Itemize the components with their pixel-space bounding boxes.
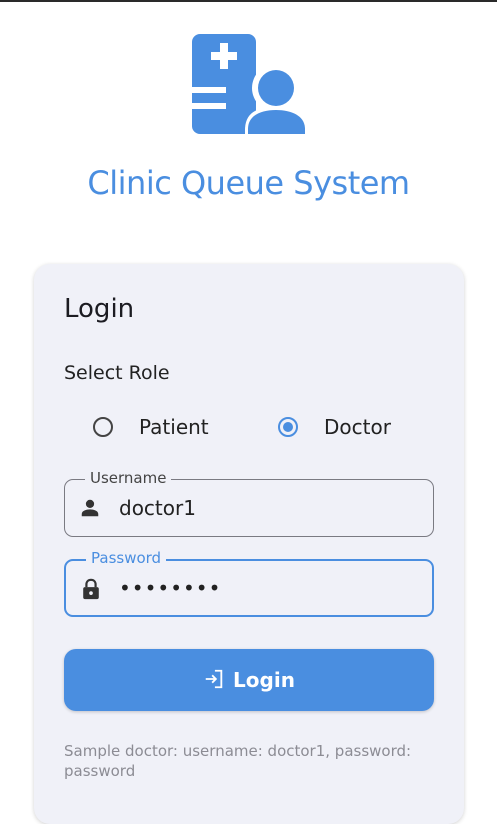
select-role-label: Select Role xyxy=(64,362,170,384)
username-label: Username xyxy=(85,469,172,487)
app-title: Clinic Queue System xyxy=(87,164,410,202)
password-label: Password xyxy=(86,549,167,567)
role-doctor-radio[interactable] xyxy=(278,417,298,437)
username-input[interactable]: doctor1 xyxy=(119,496,196,520)
username-field[interactable]: Username doctor1 xyxy=(64,469,434,537)
role-patient-label[interactable]: Patient xyxy=(139,415,209,439)
person-icon xyxy=(81,499,99,517)
password-input[interactable]: •••••••• xyxy=(119,576,221,600)
role-doctor-label[interactable]: Doctor xyxy=(324,415,391,439)
lock-icon xyxy=(83,578,99,600)
password-field[interactable]: Password •••••••• xyxy=(64,549,434,617)
sample-credentials-hint: Sample doctor: username: doctor1, passwo… xyxy=(64,742,412,780)
login-button[interactable]: Login xyxy=(64,649,434,711)
role-radio-group: Patient Doctor xyxy=(34,414,464,446)
clinic-logo-icon xyxy=(192,34,307,136)
role-patient-radio[interactable] xyxy=(93,417,113,437)
login-button-label: Login xyxy=(233,668,295,692)
login-title: Login xyxy=(64,294,135,324)
login-card: Login Select Role Patient Doctor Usernam… xyxy=(34,264,464,824)
login-icon xyxy=(205,669,223,689)
